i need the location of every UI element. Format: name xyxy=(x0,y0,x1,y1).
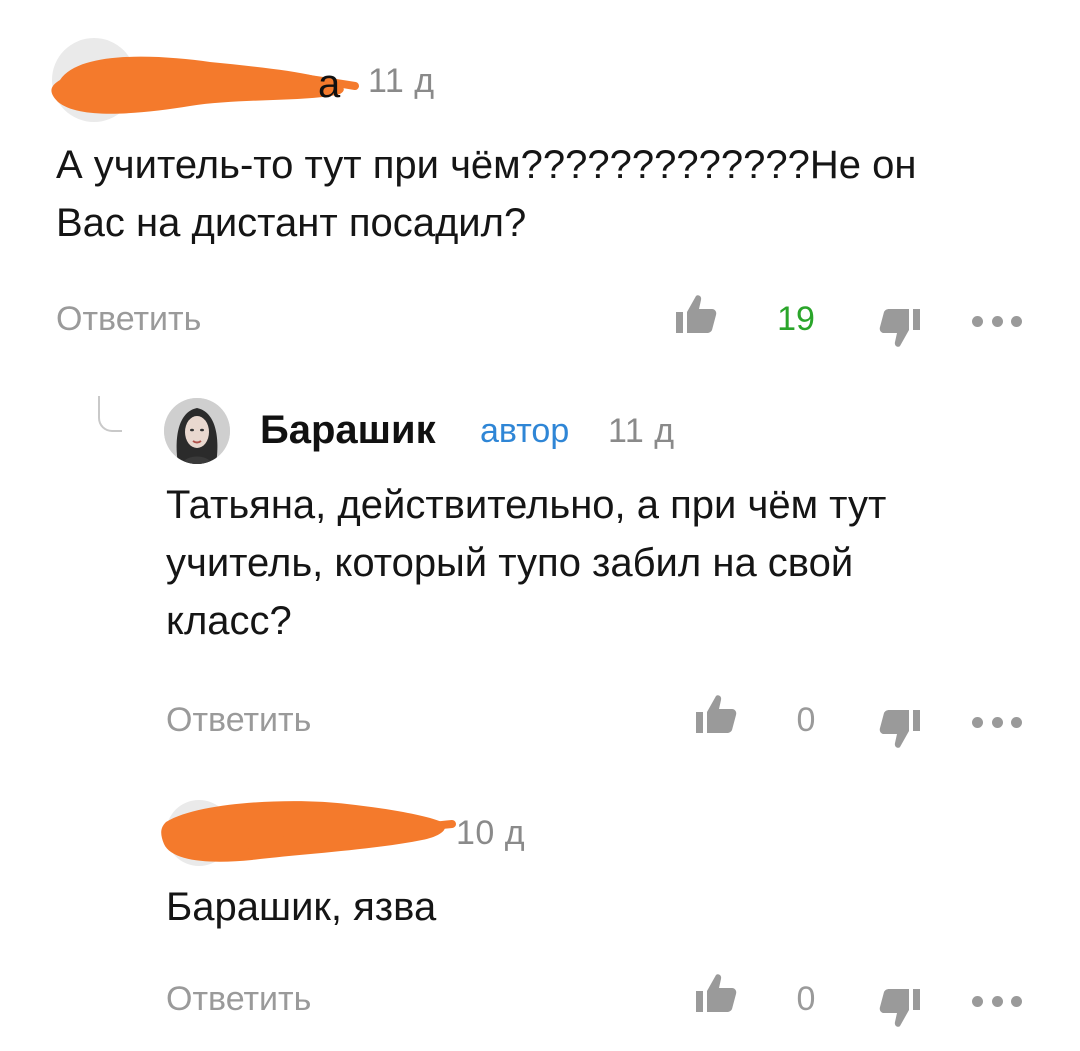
redaction-scribble xyxy=(161,801,456,862)
like-count: 0 xyxy=(796,701,816,739)
more-dot xyxy=(972,315,983,327)
thumbs-up-icon[interactable] xyxy=(694,971,738,1015)
thumbs-down-icon[interactable] xyxy=(878,707,922,751)
more-dot xyxy=(991,716,1003,728)
comment-time: 11 д xyxy=(608,412,675,450)
reply-button[interactable]: Ответить xyxy=(166,701,311,740)
comment-text-line: класс? xyxy=(166,599,292,643)
reply-button[interactable]: Ответить xyxy=(56,300,201,339)
like-count: 19 xyxy=(777,300,815,338)
more-dot xyxy=(1011,995,1022,1007)
comment-text-line: Татьяна, действительно, а при чём тут xyxy=(166,483,887,527)
thumbs-down-icon[interactable] xyxy=(878,986,922,1030)
comment-text: Барашик, язва xyxy=(166,878,1046,936)
author-name[interactable]: Барашик xyxy=(260,408,436,453)
like-count: 0 xyxy=(796,980,816,1018)
author-badge: автор xyxy=(480,412,570,450)
more-dots-icon[interactable] xyxy=(972,991,1022,1011)
more-dots-icon[interactable] xyxy=(972,311,1022,331)
comment-text-line: Вас на дистант посадил? xyxy=(56,201,527,245)
comment-text: Татьяна, действительно, а при чём тут уч… xyxy=(166,476,1046,650)
comment-text-line: А учитель-то тут при чём?????????????Не … xyxy=(56,143,917,187)
more-dot xyxy=(972,995,983,1007)
comment-text: А учитель-то тут при чём?????????????Не … xyxy=(56,136,1046,252)
more-dot xyxy=(991,315,1003,327)
thumbs-down-icon[interactable] xyxy=(878,306,922,350)
more-dot xyxy=(1011,315,1022,327)
thumbs-up-icon[interactable] xyxy=(694,692,738,736)
more-dot xyxy=(991,995,1003,1007)
more-dots-icon[interactable] xyxy=(972,712,1022,732)
avatar[interactable] xyxy=(164,398,230,464)
more-dot xyxy=(1011,716,1022,728)
more-dot xyxy=(972,716,983,728)
comment-text-line: Барашик, язва xyxy=(166,885,437,929)
comment-text-line: учитель, который тупо забил на свой xyxy=(166,541,854,585)
avatar-image xyxy=(164,398,230,464)
reply-button[interactable]: Ответить xyxy=(166,980,311,1019)
comment-time: 11 д xyxy=(368,62,435,100)
author-name[interactable]: а xyxy=(318,62,340,107)
thumbs-up-icon[interactable] xyxy=(674,292,718,336)
thread-connector xyxy=(98,396,122,432)
comment-time: 10 д xyxy=(456,814,526,852)
